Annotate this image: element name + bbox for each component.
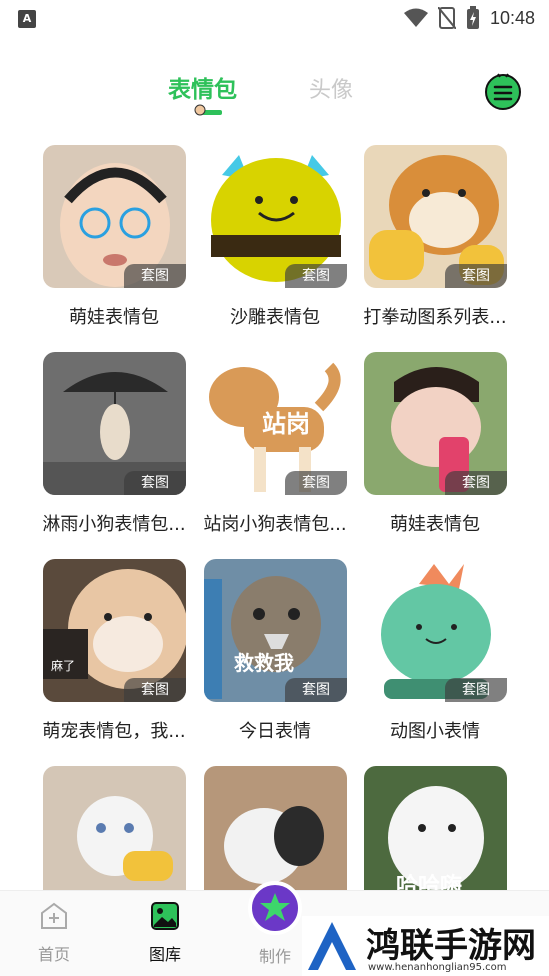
nav-home[interactable]: 首页 [24, 901, 84, 965]
pack-card[interactable]: 套图 打拳动图系列表... [363, 145, 526, 345]
watermark: 鸿联手游网 www.henanhonglian95.com [302, 916, 549, 976]
overlay-text: 救救我 [234, 651, 294, 675]
pack-thumbnail [43, 766, 186, 909]
tab-indicator-icon [194, 104, 222, 116]
battery-charging-icon [466, 6, 479, 29]
top-tabs: 表情包 头像 [0, 60, 549, 120]
status-icons: 10:48 [403, 6, 535, 30]
wifi-icon [403, 8, 428, 27]
pack-thumbnail: 站岗 套图 [204, 352, 347, 495]
overlay-text: 麻了 [51, 659, 76, 673]
no-sim-icon [437, 7, 456, 29]
status-bar: A 10:48 [0, 0, 549, 38]
pack-card[interactable]: 救救我 套图 今日表情 [204, 559, 366, 759]
pack-thumbnail: 套图 [204, 145, 347, 288]
set-badge: 套图 [285, 678, 347, 702]
home-plus-icon [41, 902, 67, 929]
make-icon [260, 893, 290, 921]
gallery-icon [151, 902, 179, 930]
set-badge: 套图 [285, 264, 347, 288]
pack-thumbnail: 哈哈嗨 [364, 766, 507, 909]
pack-card[interactable]: 套图 沙雕表情包 [204, 145, 366, 345]
set-badge: 套图 [124, 264, 186, 288]
nav-make-label: 制作 [258, 947, 291, 966]
pack-thumbnail: 套图 [364, 145, 507, 288]
tab-avatar[interactable]: 头像 [309, 72, 353, 104]
pack-caption: 站岗小狗表情包... [203, 514, 347, 535]
pack-card[interactable]: 套图 萌娃表情包 [364, 352, 526, 552]
set-badge: 套图 [445, 264, 507, 288]
app-notification-icon: A [18, 10, 36, 28]
pack-caption: 打拳动图系列表... [363, 307, 507, 328]
pack-caption: 动图小表情 [390, 721, 480, 742]
nav-home-label: 首页 [37, 945, 70, 964]
set-badge: 套图 [445, 678, 507, 702]
set-badge: 套图 [285, 471, 347, 495]
overlay-text: 站岗 [262, 410, 310, 438]
menu-icon[interactable] [484, 72, 522, 110]
white-cat-image [77, 796, 173, 881]
pack-card[interactable]: 套图 动图小表情 [364, 559, 526, 759]
pack-thumbnail: 套图 [43, 352, 186, 495]
make-button[interactable] [248, 881, 302, 935]
pack-thumbnail: 套图 [364, 352, 507, 495]
watermark-logo-icon [308, 922, 356, 970]
pack-card[interactable]: 套图 萌娃表情包 [43, 145, 205, 345]
nav-gallery-label: 图库 [148, 945, 181, 964]
pack-thumbnail: 救救我 套图 [204, 559, 347, 702]
nav-gallery[interactable]: 图库 [135, 901, 195, 965]
pack-thumbnail: 套图 [364, 559, 507, 702]
pack-caption: 萌宠表情包，我... [42, 721, 186, 742]
pack-caption: 今日表情 [239, 721, 311, 742]
pack-card[interactable]: 套图 淋雨小狗表情包... [42, 352, 205, 552]
watermark-url: www.henanhonglian95.com [368, 962, 507, 973]
pack-card[interactable]: 麻了 套图 萌宠表情包，我... [42, 559, 205, 759]
set-badge: 套图 [124, 471, 186, 495]
pack-caption: 淋雨小狗表情包... [42, 514, 186, 535]
tab-emoji[interactable]: 表情包 [168, 70, 237, 104]
set-badge: 套图 [124, 678, 186, 702]
pack-thumbnail: 套图 [43, 145, 186, 288]
watermark-text: 鸿联手游网 [366, 926, 536, 966]
set-badge: 套图 [445, 471, 507, 495]
pack-card[interactable]: 站岗 套图 站岗小狗表情包... [203, 352, 366, 552]
clock: 10:48 [489, 7, 535, 28]
pack-caption: 沙雕表情包 [230, 307, 320, 328]
pack-caption: 萌娃表情包 [69, 307, 159, 328]
pack-caption: 萌娃表情包 [390, 514, 480, 535]
pack-thumbnail: 麻了 套图 [43, 559, 186, 702]
